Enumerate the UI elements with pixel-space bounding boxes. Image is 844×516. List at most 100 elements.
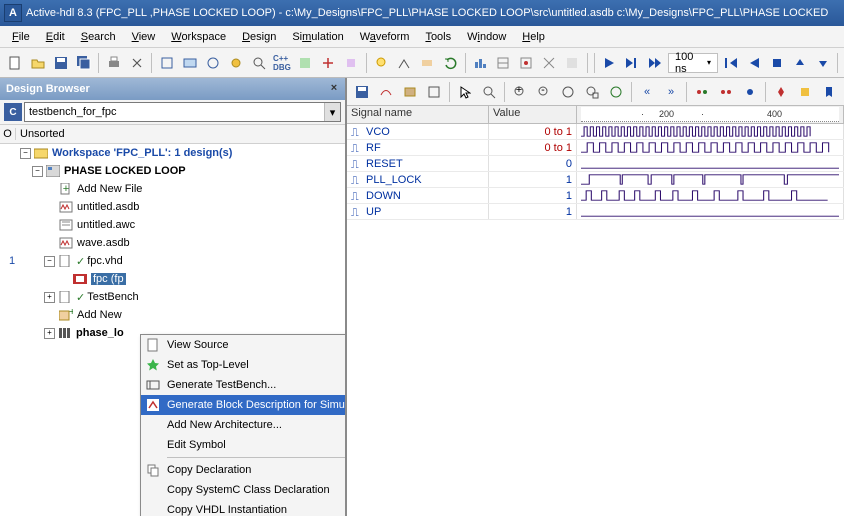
- menu-edit[interactable]: Edit: [38, 29, 73, 45]
- signal-value-header[interactable]: Value: [489, 106, 577, 123]
- signal-row[interactable]: ⎍PLL_LOCK 1: [347, 172, 844, 188]
- menu-design[interactable]: Design: [234, 29, 284, 45]
- stop-button[interactable]: [766, 52, 787, 74]
- tree-file-row[interactable]: wave.asdb: [0, 234, 345, 252]
- find-button-c[interactable]: [739, 81, 761, 103]
- cm-copy-vhdl[interactable]: Copy VHDL Instantiation: [141, 500, 345, 516]
- collapse-icon[interactable]: −: [44, 256, 55, 267]
- collapse-icon[interactable]: −: [20, 148, 31, 159]
- cursor-button[interactable]: [454, 81, 476, 103]
- menu-tools[interactable]: Tools: [417, 29, 459, 45]
- cm-add-architecture[interactable]: Add New Architecture...: [141, 415, 345, 435]
- tool-btn-j[interactable]: [470, 52, 491, 74]
- open-button[interactable]: [27, 52, 48, 74]
- design-combo[interactable]: testbench_for_fpc ▾: [24, 102, 341, 122]
- collapse-icon[interactable]: −: [32, 166, 43, 177]
- play-button[interactable]: [599, 52, 620, 74]
- signal-name-header[interactable]: Signal name: [347, 106, 489, 123]
- cut-button[interactable]: [126, 52, 147, 74]
- tree-file-row[interactable]: untitled.awc: [0, 216, 345, 234]
- tool-btn-n[interactable]: [562, 52, 583, 74]
- expand-icon[interactable]: +: [44, 328, 55, 339]
- bookmark-button[interactable]: [818, 81, 840, 103]
- signal-row[interactable]: ⎍VCO 0 to 1: [347, 124, 844, 140]
- tree-add-new-row[interactable]: + Add New: [0, 306, 345, 324]
- find-button-a[interactable]: [691, 81, 713, 103]
- tool-btn-l[interactable]: [516, 52, 537, 74]
- zoom-button[interactable]: [478, 81, 500, 103]
- sort-order-button[interactable]: O: [0, 128, 16, 140]
- tool-btn-c[interactable]: [202, 52, 223, 74]
- cm-generate-simulink[interactable]: Generate Block Description for Simulink.…: [141, 395, 345, 415]
- tree-vhd-row[interactable]: 1 − ✓ fpc.vhd: [0, 252, 345, 270]
- zoom-in-button[interactable]: [248, 52, 269, 74]
- chevron-down-icon[interactable]: ▾: [324, 103, 340, 121]
- mode-button[interactable]: C: [4, 103, 22, 121]
- tree-add-file-row[interactable]: + Add New File: [0, 180, 345, 198]
- refresh-button[interactable]: [440, 52, 461, 74]
- tool-btn-i[interactable]: [417, 52, 438, 74]
- step-button[interactable]: [622, 52, 643, 74]
- tool-btn-m[interactable]: [539, 52, 560, 74]
- tool-btn-f[interactable]: [318, 52, 339, 74]
- tree-workspace-row[interactable]: − Workspace 'FPC_PLL': 1 design(s): [0, 144, 345, 162]
- menu-view[interactable]: View: [124, 29, 164, 45]
- save-all-button[interactable]: [73, 52, 94, 74]
- tool-btn-a[interactable]: [156, 52, 177, 74]
- nav-last-button[interactable]: »: [660, 81, 682, 103]
- new-button[interactable]: [4, 52, 25, 74]
- print-button[interactable]: [103, 52, 124, 74]
- zoom-out-button[interactable]: -: [533, 81, 555, 103]
- menu-help[interactable]: Help: [514, 29, 553, 45]
- signal-row[interactable]: ⎍DOWN 1: [347, 188, 844, 204]
- find-button-b[interactable]: [715, 81, 737, 103]
- tree-file-row[interactable]: untitled.asdb: [0, 198, 345, 216]
- signal-row[interactable]: ⎍UP 1: [347, 204, 844, 220]
- tree-testbench-row[interactable]: + ✓ TestBench: [0, 288, 345, 306]
- cm-set-top-level[interactable]: Set as Top-Level: [141, 355, 345, 375]
- menu-window[interactable]: Window: [459, 29, 514, 45]
- cm-view-source[interactable]: View Source: [141, 335, 345, 355]
- tool-btn-g[interactable]: [341, 52, 362, 74]
- wave-tool-c[interactable]: [423, 81, 445, 103]
- cm-generate-testbench[interactable]: Generate TestBench...: [141, 375, 345, 395]
- tree-design-row[interactable]: − PHASE LOCKED LOOP: [0, 162, 345, 180]
- cm-edit-symbol[interactable]: Edit Symbol: [141, 435, 345, 455]
- bulb-button[interactable]: [371, 52, 392, 74]
- wave-save-button[interactable]: [351, 81, 373, 103]
- signal-row[interactable]: ⎍RESET 0: [347, 156, 844, 172]
- tool-btn-e[interactable]: [294, 52, 315, 74]
- marker-button-a[interactable]: [770, 81, 792, 103]
- tool-btn-b[interactable]: [179, 52, 200, 74]
- tool-btn-cpp[interactable]: C++DBG: [271, 52, 292, 74]
- tool-btn-h[interactable]: [394, 52, 415, 74]
- tool-btn-d[interactable]: [225, 52, 246, 74]
- menu-search[interactable]: Search: [73, 29, 124, 45]
- nav-first-button[interactable]: «: [636, 81, 658, 103]
- menu-file[interactable]: File: [4, 29, 38, 45]
- restart-button[interactable]: [720, 52, 741, 74]
- zoom-region-button[interactable]: [581, 81, 603, 103]
- wave-tool-a[interactable]: [375, 81, 397, 103]
- tool-btn-k[interactable]: [493, 52, 514, 74]
- expand-icon[interactable]: +: [44, 292, 55, 303]
- close-icon[interactable]: ×: [327, 81, 341, 95]
- menu-simulation[interactable]: Simulation: [284, 29, 351, 45]
- marker-button-b[interactable]: [794, 81, 816, 103]
- tree-entity-row[interactable]: fpc (fp: [0, 270, 345, 288]
- zoom-fit-button[interactable]: [557, 81, 579, 103]
- zoom-all-button[interactable]: [605, 81, 627, 103]
- nav-down-button[interactable]: [812, 52, 833, 74]
- cm-copy-systemc[interactable]: Copy SystemC Class Declaration: [141, 480, 345, 500]
- time-field[interactable]: 100 ns▾: [668, 53, 718, 73]
- menu-waveform[interactable]: Waveform: [352, 29, 418, 45]
- wave-tool-b[interactable]: [399, 81, 421, 103]
- sort-label[interactable]: Unsorted: [16, 128, 345, 140]
- menu-workspace[interactable]: Workspace: [163, 29, 234, 45]
- zoom-in-button2[interactable]: +: [509, 81, 531, 103]
- prev-button[interactable]: [743, 52, 764, 74]
- save-button[interactable]: [50, 52, 71, 74]
- nav-up-button[interactable]: [789, 52, 810, 74]
- cm-copy-declaration[interactable]: Copy Declaration Ctrl+C: [141, 460, 345, 480]
- signal-row[interactable]: ⎍RF 0 to 1: [347, 140, 844, 156]
